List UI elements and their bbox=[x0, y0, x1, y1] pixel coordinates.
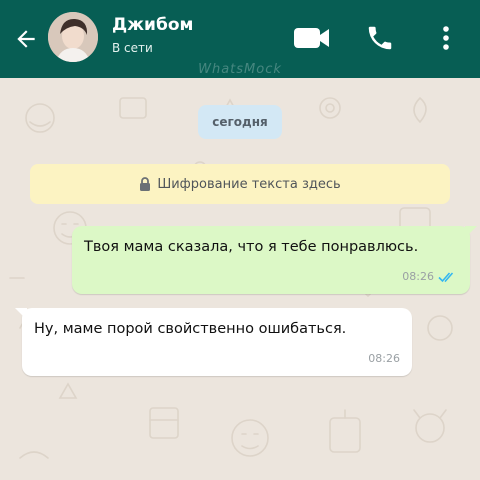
date-chip: сегодня bbox=[198, 105, 282, 139]
double-check-read-icon bbox=[438, 271, 454, 282]
outgoing-message-bubble[interactable]: Твоя мама сказала, что я тебе понравлюсь… bbox=[72, 226, 477, 294]
more-vertical-icon bbox=[443, 26, 449, 50]
contact-name[interactable]: Джибом bbox=[112, 15, 193, 35]
message-text: Ну, маме порой свойственно ошибаться. bbox=[34, 321, 347, 337]
incoming-message-bubble[interactable]: Ну, маме порой свойственно ошибаться. 08… bbox=[15, 308, 412, 376]
message-time: 08:26 bbox=[368, 352, 400, 365]
video-call-button[interactable] bbox=[290, 18, 334, 58]
arrow-left-icon bbox=[17, 30, 35, 48]
back-button[interactable] bbox=[8, 22, 44, 56]
video-camera-icon bbox=[294, 28, 329, 48]
phone-icon bbox=[368, 26, 392, 50]
menu-button[interactable] bbox=[424, 18, 468, 58]
avatar[interactable] bbox=[48, 12, 98, 62]
encryption-notice-text: Шифрование текста здесь bbox=[157, 176, 341, 192]
voice-call-button[interactable] bbox=[358, 18, 402, 58]
bubble-tail bbox=[465, 226, 477, 238]
message-text: Твоя мама сказала, что я тебе понравлюсь… bbox=[84, 239, 419, 255]
encryption-notice[interactable]: Шифрование текста здесь bbox=[30, 164, 450, 204]
bubble-tail bbox=[15, 308, 27, 320]
lock-icon bbox=[140, 176, 151, 191]
contact-status: В сети bbox=[112, 41, 153, 55]
watermark: WhatsMock bbox=[198, 62, 282, 77]
message-meta: 08:26 bbox=[368, 352, 400, 365]
avatar-image bbox=[48, 12, 98, 62]
message-time: 08:26 bbox=[402, 270, 434, 283]
message-meta: 08:26 bbox=[402, 270, 458, 283]
